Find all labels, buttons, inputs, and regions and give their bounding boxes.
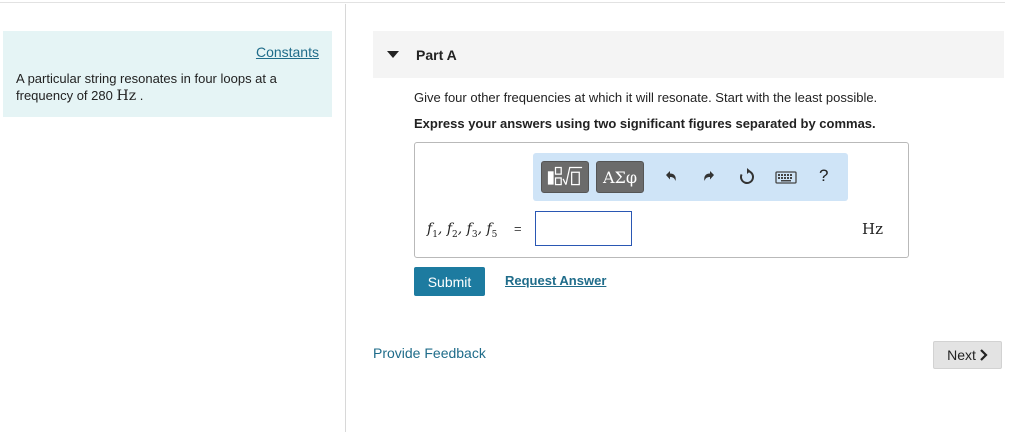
redo-icon[interactable] <box>699 167 719 187</box>
intro-text: A particular string resonates in four lo… <box>16 70 316 105</box>
provide-feedback-link[interactable]: Provide Feedback <box>373 345 486 361</box>
undo-icon[interactable] <box>661 167 681 187</box>
greek-letters-icon: ΑΣφ <box>602 167 638 187</box>
math-toolbar: ΑΣφ ? <box>533 153 848 201</box>
intro-text-end: . <box>139 88 144 103</box>
part-header[interactable]: Part A <box>373 31 1004 78</box>
question-text: Give four other frequencies at which it … <box>414 90 878 105</box>
greek-letters-button[interactable]: ΑΣφ <box>596 161 644 193</box>
answer-input[interactable] <box>535 211 632 246</box>
templates-icon <box>547 166 583 186</box>
part-title: Part A <box>416 47 457 63</box>
instruction-text: Express your answers using two significa… <box>414 116 876 131</box>
sub-1: 1 <box>432 229 438 240</box>
keyboard-icon[interactable] <box>775 167 797 187</box>
collapse-caret-icon[interactable] <box>387 51 399 58</box>
constants-link[interactable]: Constants <box>256 44 319 60</box>
intro-text-body: A particular string resonates in four lo… <box>16 71 277 103</box>
reset-icon[interactable] <box>737 167 757 187</box>
variable-label: f1, f2, f3, f5 <box>427 221 498 240</box>
intro-unit: Hz <box>116 88 137 104</box>
submit-button[interactable]: Submit <box>414 267 485 296</box>
help-icon[interactable]: ? <box>819 166 828 186</box>
sub-5: 5 <box>491 229 498 240</box>
sub-3: 3 <box>471 229 478 240</box>
answer-box: ΑΣφ ? f1, f2, f3, f5 = Hz <box>414 142 909 258</box>
chevron-right-icon <box>980 349 988 361</box>
unit-label: Hz <box>862 220 883 238</box>
top-rule <box>0 2 1005 3</box>
next-button[interactable]: Next <box>933 341 1002 369</box>
sub-2: 2 <box>452 229 458 240</box>
next-label: Next <box>947 347 976 363</box>
column-divider <box>345 4 346 432</box>
intro-panel: Constants A particular string resonates … <box>3 31 332 117</box>
equals-sign: = <box>514 221 522 236</box>
request-answer-link[interactable]: Request Answer <box>505 273 606 288</box>
templates-button[interactable] <box>541 161 589 193</box>
